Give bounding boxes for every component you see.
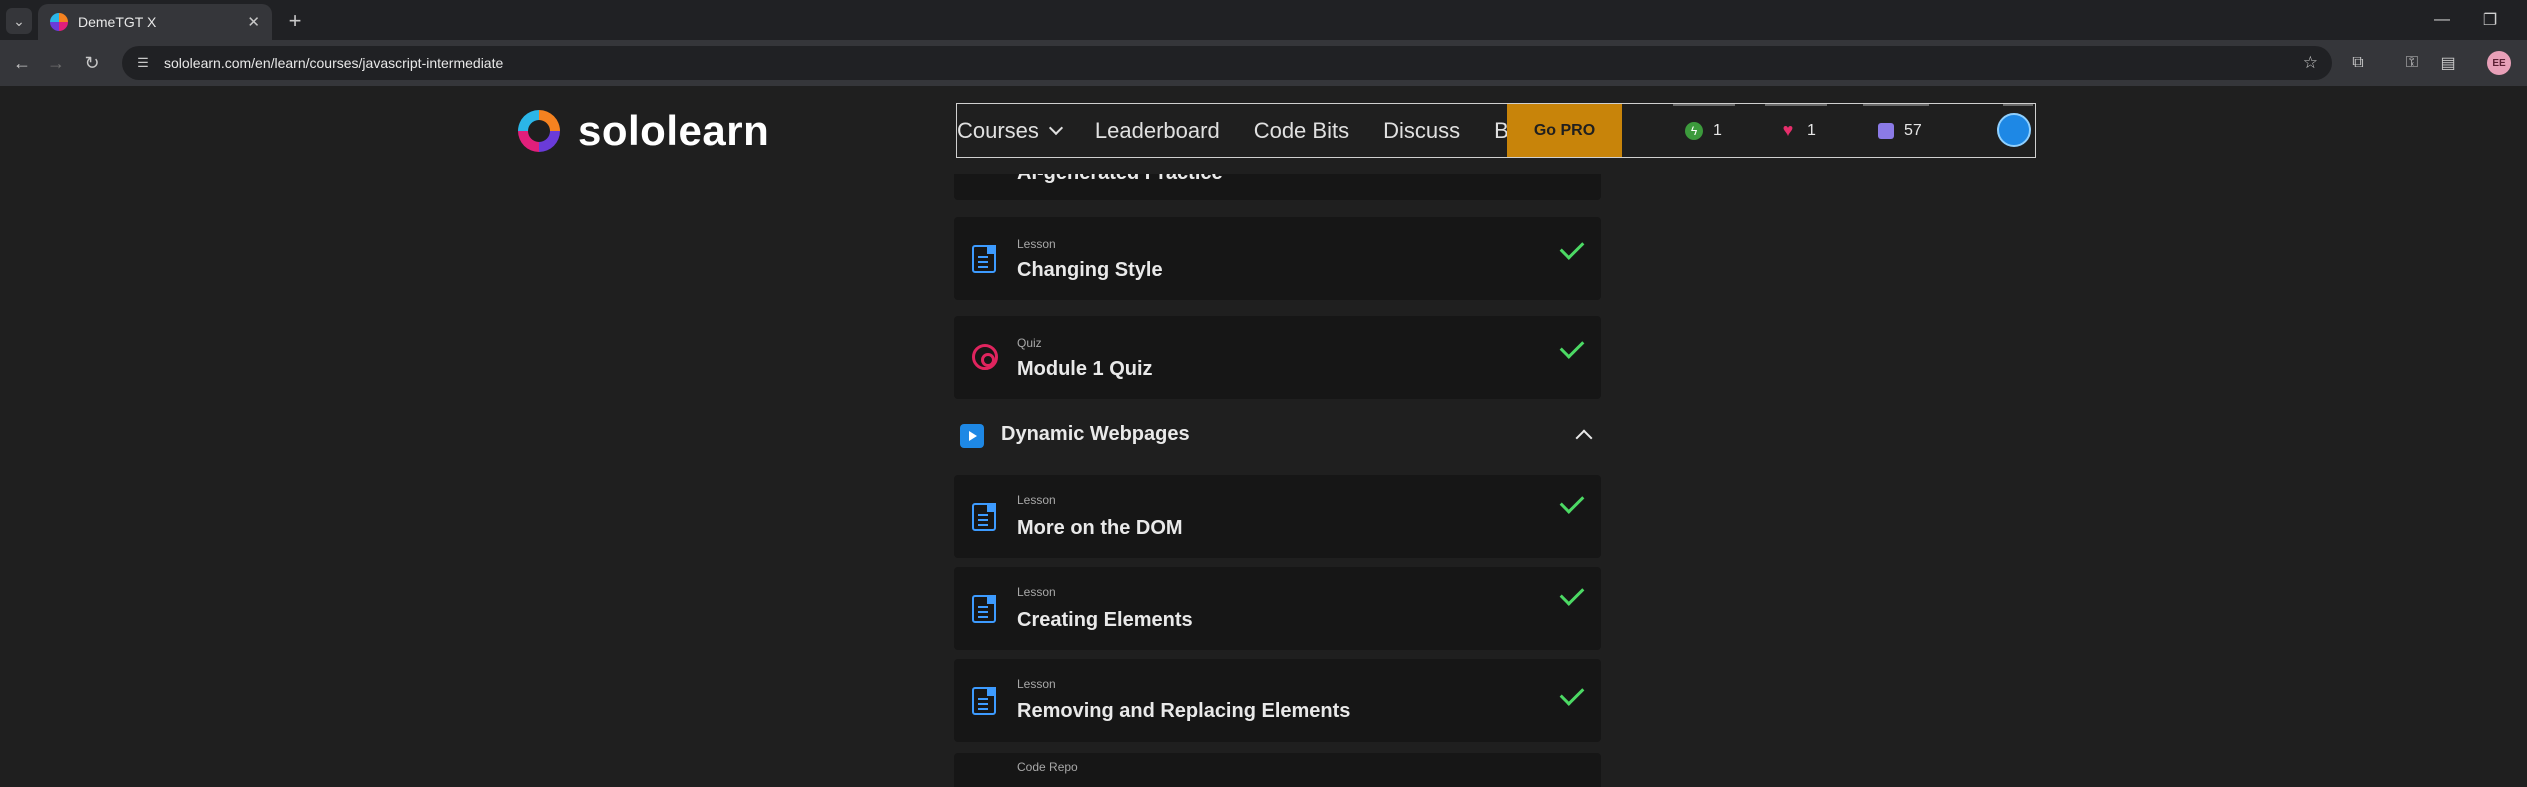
lesson-icon	[972, 595, 996, 623]
password-key-icon[interactable]: ⚿	[2398, 50, 2426, 76]
browser-toolbar: ← → ↻ ☰ sololearn.com/en/learn/courses/j…	[0, 40, 2527, 86]
module-title: Dynamic Webpages	[1001, 423, 1190, 445]
streak-count: 1	[1713, 121, 1722, 139]
restore-button[interactable]: ❐	[2468, 6, 2512, 34]
reload-button[interactable]: ↻	[78, 50, 106, 76]
course-item-type: Lesson	[1017, 237, 1056, 251]
browser-tabbar: ⌄ DemeTGT X ✕ + — ❐	[0, 0, 2527, 40]
site-info-icon[interactable]: ☰	[134, 54, 152, 72]
tab-title: DemeTGT X	[78, 14, 157, 30]
course-item-title: More on the DOM	[1017, 517, 1183, 539]
course-item-type: Lesson	[1017, 493, 1056, 507]
sololearn-favicon-icon	[50, 13, 68, 31]
main-nav: Courses Leaderboard Code Bits Discuss Bl…	[956, 103, 2036, 158]
sololearn-logo[interactable]: sololearn	[514, 106, 769, 156]
url-text: sololearn.com/en/learn/courses/javascrip…	[164, 55, 504, 71]
sololearn-logo-icon	[518, 110, 560, 152]
completed-check-icon	[1559, 581, 1585, 606]
hearts-stat[interactable]: ♥ 1	[1779, 104, 1816, 157]
go-pro-button[interactable]: Go PRO	[1507, 104, 1622, 157]
sololearn-page: AI-generated Practice Lesson Changing St…	[0, 86, 2527, 787]
heart-icon: ♥	[1782, 120, 1794, 140]
course-item-quiz[interactable]: Quiz Module 1 Quiz	[954, 316, 1601, 399]
quiz-icon	[972, 344, 998, 370]
course-item-type: Lesson	[1017, 677, 1056, 691]
stat-divider	[2003, 104, 2033, 106]
nav-code-bits[interactable]: Code Bits	[1254, 118, 1349, 144]
tab-search-button[interactable]: ⌄	[6, 8, 32, 34]
browser-tab[interactable]: DemeTGT X ✕	[38, 4, 272, 40]
back-button[interactable]: ←	[8, 50, 36, 76]
streak-stat[interactable]: ϟ 1	[1685, 104, 1722, 157]
lesson-icon	[972, 503, 996, 531]
forward-button[interactable]: →	[42, 50, 70, 76]
hearts-count: 1	[1807, 121, 1816, 139]
course-item-type: Quiz	[1017, 336, 1042, 350]
completed-check-icon	[1559, 489, 1585, 514]
course-item-title: Changing Style	[1017, 259, 1163, 281]
module-header-dynamic-webpages[interactable]: Dynamic Webpages	[960, 416, 1600, 456]
new-tab-button[interactable]: +	[282, 8, 308, 34]
course-item-title: Creating Elements	[1017, 609, 1193, 631]
minimize-button[interactable]: —	[2420, 6, 2464, 34]
nav-courses[interactable]: Courses	[957, 117, 1063, 144]
course-item-title: Removing and Replacing Elements	[1017, 700, 1351, 722]
gem-icon	[1878, 122, 1894, 139]
play-icon	[960, 424, 984, 448]
course-item-code-repo[interactable]: Code Repo	[954, 753, 1601, 787]
course-item-lesson[interactable]: Lesson Changing Style	[954, 217, 1601, 300]
completed-check-icon	[1559, 334, 1585, 359]
lightning-icon: ϟ	[1685, 121, 1703, 140]
course-item-lesson[interactable]: Lesson More on the DOM	[954, 475, 1601, 558]
course-item-type: Code Repo	[1017, 760, 1078, 774]
nav-discuss[interactable]: Discuss	[1383, 118, 1460, 144]
bits-count: 57	[1904, 121, 1922, 139]
user-avatar[interactable]	[1997, 113, 2031, 147]
extensions-icon[interactable]: ⧉	[2344, 50, 2372, 76]
completed-check-icon	[1559, 681, 1585, 706]
side-panel-icon[interactable]: ▤	[2434, 50, 2462, 76]
lesson-icon	[972, 245, 996, 273]
course-item-title: Module 1 Quiz	[1017, 358, 1153, 380]
bookmark-star-icon[interactable]: ☆	[2303, 53, 2318, 73]
lesson-icon	[972, 687, 996, 715]
bits-stat[interactable]: 57	[1878, 104, 1922, 157]
chevron-up-icon[interactable]	[1575, 429, 1593, 447]
nav-leaderboard[interactable]: Leaderboard	[1095, 118, 1220, 144]
address-bar[interactable]: ☰ sololearn.com/en/learn/courses/javascr…	[122, 46, 2332, 80]
course-item-lesson[interactable]: Lesson Creating Elements	[954, 567, 1601, 650]
completed-check-icon	[1559, 235, 1585, 260]
close-tab-icon[interactable]: ✕	[247, 13, 260, 31]
chevron-down-icon	[1048, 120, 1063, 135]
logo-wordmark: sololearn	[578, 107, 770, 154]
nav-courses-label: Courses	[957, 117, 1039, 143]
course-item-lesson[interactable]: Lesson Removing and Replacing Elements	[954, 659, 1601, 742]
course-item-type: Lesson	[1017, 585, 1056, 599]
profile-avatar[interactable]: ЕЕ	[2487, 51, 2511, 75]
site-header: sololearn Courses Leaderboard Code Bits …	[0, 86, 2527, 174]
